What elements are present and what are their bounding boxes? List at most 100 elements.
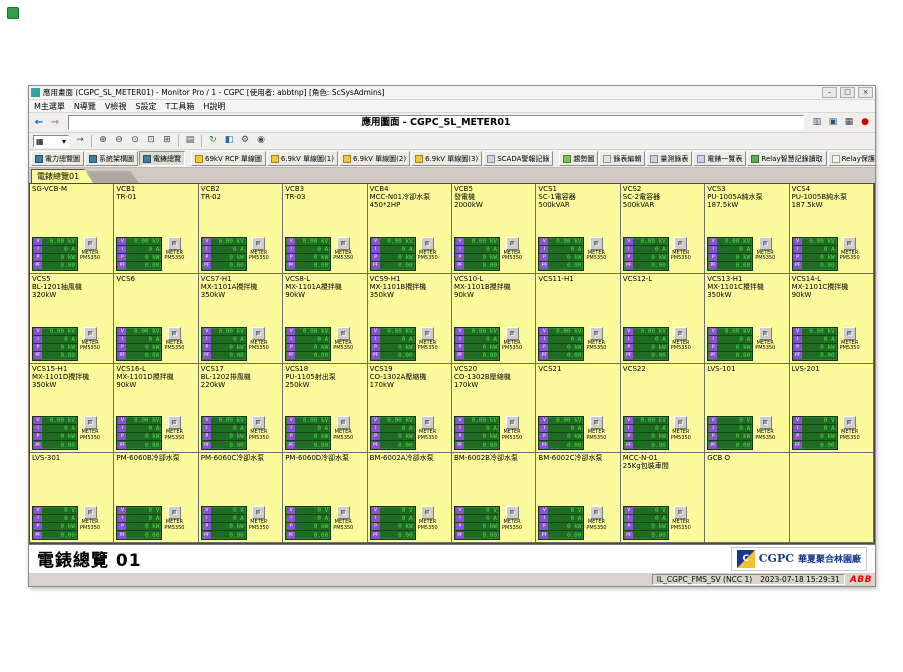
settings-gear-icon[interactable]: ⚙: [238, 134, 252, 148]
meter-device-button[interactable]: [252, 506, 265, 519]
meter-device-button[interactable]: [252, 327, 265, 340]
meter-device-button[interactable]: [506, 506, 519, 519]
meter-device-button[interactable]: [843, 416, 856, 429]
tab-meter-overview-01[interactable]: 電錶總覽01: [31, 169, 93, 183]
meter-device-button[interactable]: [759, 327, 772, 340]
meter-device-button[interactable]: [168, 237, 181, 250]
meter-panel[interactable]: GCB O: [705, 453, 789, 543]
meter-panel[interactable]: VCS14-LMX-1101C攪拌機 90kWV0.00 kVI0 AP0 kW…: [790, 274, 874, 364]
meter-panel[interactable]: VCS21V0.00 kVI0 AP0 kWPF0.00METER PM5350: [536, 364, 620, 454]
meter-device-button[interactable]: [843, 237, 856, 250]
meter-panel[interactable]: VCS8-LMX-1101A攪拌機 90kWV0.00 kVI0 AP0 kWP…: [283, 274, 367, 364]
meter-device-button[interactable]: [337, 506, 350, 519]
nav-button-3[interactable]: 電錶總覽: [139, 151, 185, 166]
meter-device-button[interactable]: [168, 416, 181, 429]
menu-item-4[interactable]: S設定: [135, 101, 156, 112]
meter-panel[interactable]: VCS5BL-1201抽風機 320kWV0.00 kVI0 AP0 kWPF0…: [30, 274, 114, 364]
meter-device-button[interactable]: [421, 237, 434, 250]
meter-device-button[interactable]: [843, 327, 856, 340]
meter-device-button[interactable]: [421, 327, 434, 340]
meter-device-button[interactable]: [674, 327, 687, 340]
meter-panel[interactable]: VCS13-H1MX-1101C攪拌機 350kWV0.00 kVI0 AP0 …: [705, 274, 789, 364]
tab-inactive[interactable]: [87, 171, 139, 183]
nav-button-9[interactable]: 趨勢圖: [559, 151, 598, 166]
back-button[interactable]: ←: [32, 116, 46, 130]
menu-item-3[interactable]: V檢視: [105, 101, 126, 112]
meter-panel[interactable]: LVS-101V0 VI0 AP0 kWPF0.00METER PM5350: [705, 364, 789, 454]
maximize-button[interactable]: □: [840, 87, 855, 98]
meter-panel[interactable]: VCB4MCC-N01冷卻水泵 450*2HPV0.00 kVI0 AP0 kW…: [368, 184, 452, 274]
meter-panel[interactable]: VCS3PU-1005A純水泵 187.5kWV0.00 kVI0 AP0 kW…: [705, 184, 789, 274]
nav-button-13[interactable]: Relay智慧記錄讀取: [747, 151, 826, 166]
zoom-in-icon[interactable]: ⊕: [96, 134, 110, 148]
go-arrow-icon[interactable]: →: [73, 134, 87, 148]
meter-panel[interactable]: BM-6002B冷卻水泵V0 VI0 AP0 kWPF0.00METER PM5…: [452, 453, 536, 543]
meter-device-button[interactable]: [84, 506, 97, 519]
meter-panel[interactable]: VCS17BL-1202排風機 220kWV0.00 kVI0 AP0 kWPF…: [199, 364, 283, 454]
meter-panel[interactable]: VCS6V0.00 kVI0 AP0 kWPF0.00METER PM5350: [114, 274, 198, 364]
nav-button-1[interactable]: 電力總覽圖: [31, 151, 84, 166]
meter-panel[interactable]: VCS2SC-2電容器 500kVARV0.00 kVI0 AP0 kWPF0.…: [621, 184, 705, 274]
zoom-normal-icon[interactable]: ⊙: [128, 134, 142, 148]
meter-panel[interactable]: VCB1TR-01V0.00 kVI0 AP0 kWPF0.00METER PM…: [114, 184, 198, 274]
meter-device-button[interactable]: [506, 327, 519, 340]
nav-button-4[interactable]: 69kV RCP 單線圖: [191, 151, 266, 166]
meter-panel[interactable]: VCS18PU-1105射出泵 250kWV0.00 kVI0 AP0 kWPF…: [283, 364, 367, 454]
meter-device-button[interactable]: [506, 416, 519, 429]
meter-device-button[interactable]: [590, 237, 603, 250]
minimize-button[interactable]: –: [822, 87, 837, 98]
menu-item-2[interactable]: N導覽: [74, 101, 96, 112]
meter-device-button[interactable]: [590, 506, 603, 519]
palette-icon[interactable]: ◧: [222, 134, 236, 148]
meter-panel[interactable]: MCC-N-0125Kg包裝車間V0 VI0 AP0 kWPF0.00METER…: [621, 453, 705, 543]
meter-panel[interactable]: VCS16-LMX-1101D攪拌機 90kWV0.00 kVI0 AP0 kW…: [114, 364, 198, 454]
title-bar[interactable]: 應用畫面 (CGPC_SL_METER01) - Monitor Pro / 1…: [29, 86, 875, 100]
menu-item-6[interactable]: H說明: [203, 101, 225, 112]
desktop-shortcut-icon[interactable]: [7, 7, 19, 19]
meter-device-button[interactable]: [674, 237, 687, 250]
nav-button-10[interactable]: 錄表編輯: [599, 151, 645, 166]
meter-device-button[interactable]: [84, 327, 97, 340]
meter-device-button[interactable]: [506, 237, 519, 250]
meter-panel[interactable]: VCS4PU-1005B純水泵 187.5kWV0.00 kVI0 AP0 kW…: [790, 184, 874, 274]
workspace-icon[interactable]: ▥: [810, 116, 824, 130]
meter-device-button[interactable]: [421, 506, 434, 519]
meter-panel[interactable]: BM-6002C冷卻水泵V0 VI0 AP0 kWPF0.00METER PM5…: [536, 453, 620, 543]
meter-panel[interactable]: VCS9-H1MX-1101B攪拌機 350kWV0.00 kVI0 AP0 k…: [368, 274, 452, 364]
nav-button-7[interactable]: 6.9kV 單線圖(3): [411, 151, 482, 166]
meter-panel[interactable]: VCS22V0.00 kVI0 AP0 kWPF0.00METER PM5350: [621, 364, 705, 454]
meter-device-button[interactable]: [84, 237, 97, 250]
meter-device-button[interactable]: [590, 327, 603, 340]
zoom-fit-icon[interactable]: ⊡: [144, 134, 158, 148]
meter-device-button[interactable]: [337, 237, 350, 250]
meter-device-button[interactable]: [168, 506, 181, 519]
meter-panel[interactable]: VCB5發電機 2000kWV0.00 kVI0 AP0 kWPF0.00MET…: [452, 184, 536, 274]
meter-panel[interactable]: PM-6060C冷卻水泵V0 VI0 AP0 kWPF0.00METER PM5…: [199, 453, 283, 543]
meter-panel[interactable]: PM-6060D冷卻水泵V0 VI0 AP0 kWPF0.00METER PM5…: [283, 453, 367, 543]
meter-device-button[interactable]: [252, 416, 265, 429]
menu-item-5[interactable]: T工具箱: [165, 101, 194, 112]
nav-button-14[interactable]: Relay保護說明...: [828, 151, 875, 166]
meter-device-button[interactable]: [421, 416, 434, 429]
meter-device-button[interactable]: [84, 416, 97, 429]
cascade-windows-icon[interactable]: ▦: [842, 116, 856, 130]
meter-device-button[interactable]: [337, 327, 350, 340]
monitor-icon[interactable]: ▣: [826, 116, 840, 130]
meter-panel[interactable]: VCS12-LV0.00 kVI0 AP0 kWPF0.00METER PM53…: [621, 274, 705, 364]
meter-panel[interactable]: VCS7-H1MX-1101A攪拌機 350kWV0.00 kVI0 AP0 k…: [199, 274, 283, 364]
meter-panel[interactable]: VCS11-H1V0.00 kVI0 AP0 kWPF0.00METER PM5…: [536, 274, 620, 364]
forward-button[interactable]: →: [48, 116, 62, 130]
meter-device-button[interactable]: [252, 237, 265, 250]
meter-panel[interactable]: VCS1SC-1電容器 500kVARV0.00 kVI0 AP0 kWPF0.…: [536, 184, 620, 274]
meter-panel[interactable]: PM-6060B冷卻水泵V0 VI0 AP0 kWPF0.00METER PM5…: [114, 453, 198, 543]
meter-device-button[interactable]: [759, 416, 772, 429]
print-icon[interactable]: ▤: [183, 134, 197, 148]
meter-panel[interactable]: VCS19CO-1302A壓縮機 170kWV0.00 kVI0 AP0 kWP…: [368, 364, 452, 454]
nav-button-2[interactable]: 系統架構圖: [85, 151, 138, 166]
meter-device-button[interactable]: [674, 506, 687, 519]
nav-button-6[interactable]: 6.9kV 單線圖(2): [339, 151, 410, 166]
meter-device-button[interactable]: [759, 237, 772, 250]
view-select-combo[interactable]: ▦ ▾: [33, 135, 69, 148]
zoom-out-icon[interactable]: ⊖: [112, 134, 126, 148]
meter-device-button[interactable]: [674, 416, 687, 429]
